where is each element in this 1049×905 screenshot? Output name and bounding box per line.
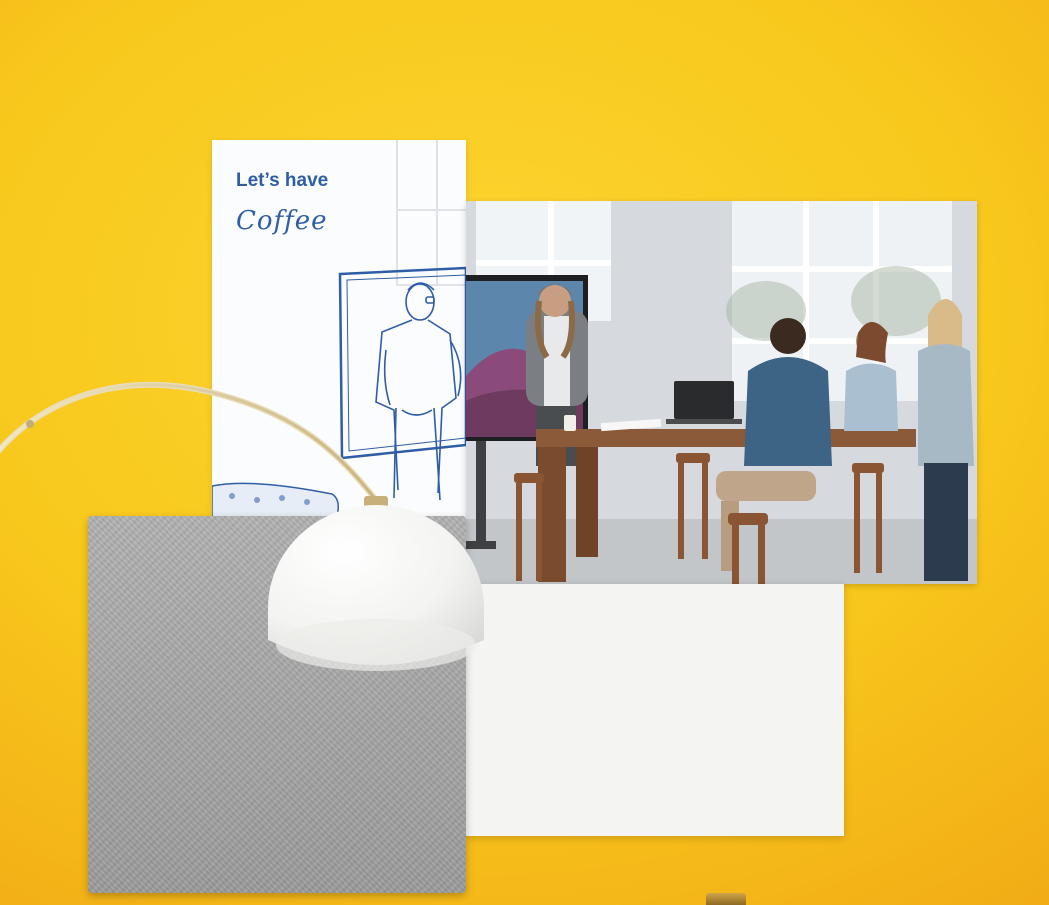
- moodboard-scene: Let’s have Coffee: [0, 0, 1049, 905]
- arc-floor-lamp-icon: [0, 381, 484, 671]
- gold-base-fragment: [706, 893, 746, 905]
